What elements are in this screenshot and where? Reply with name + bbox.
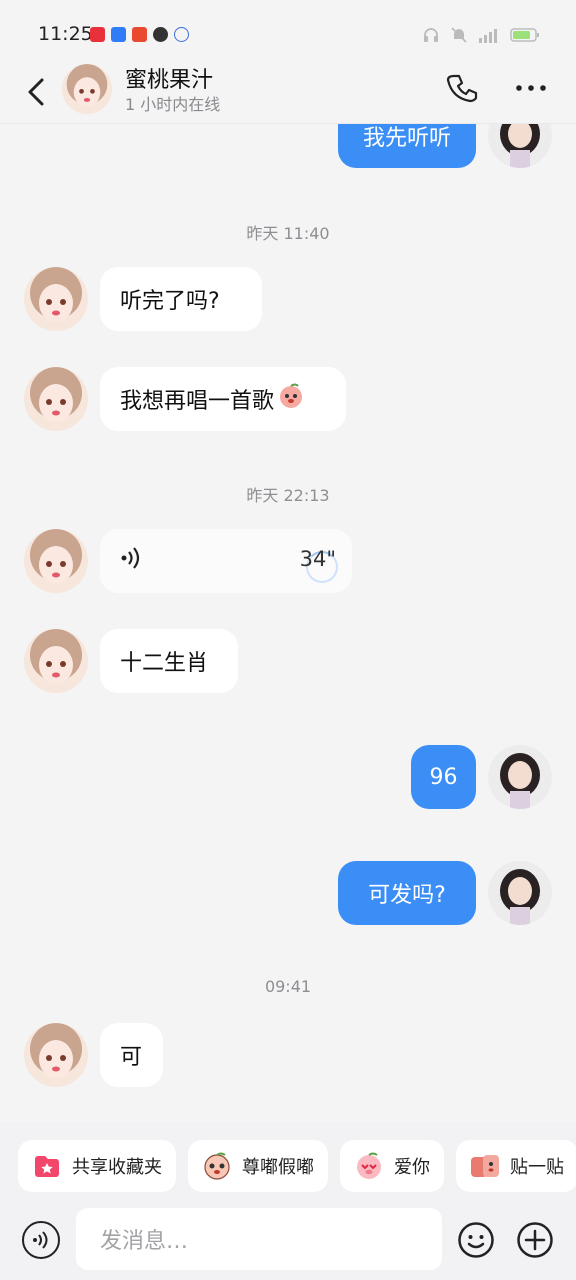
- bottom-panel: 共享收藏夹 尊嘟假嘟 爱你 贴一贴 发消息…: [0, 1122, 576, 1280]
- contact-avatar[interactable]: [24, 1023, 88, 1087]
- message-text: 可: [120, 1045, 143, 1070]
- message-bubble-outgoing[interactable]: 96: [411, 745, 476, 809]
- status-bar: 11:25: [0, 0, 576, 60]
- quick-action-bar: 共享收藏夹 尊嘟假嘟 爱你 贴一贴: [18, 1140, 576, 1192]
- battery-icon: [510, 27, 540, 43]
- message-text: 听完了吗?: [120, 289, 220, 314]
- app-notification-icon: [90, 27, 105, 42]
- chip-label: 尊嘟假嘟: [242, 1157, 314, 1178]
- message-input[interactable]: 发消息…: [76, 1208, 442, 1270]
- signal-icon: [478, 27, 500, 43]
- chat-area[interactable]: 我先听听 昨天 11:40 听完了吗? 我想再唱一首歌 昨天 22:13 34"…: [0, 0, 576, 1120]
- contact-avatar[interactable]: [24, 367, 88, 431]
- peach-face-icon: [202, 1151, 232, 1181]
- message-bubble-outgoing[interactable]: 可发吗?: [338, 861, 476, 925]
- contact-name[interactable]: 蜜桃果汁: [125, 62, 213, 94]
- status-system-icons: [422, 26, 540, 44]
- message-bubble-incoming[interactable]: 我想再唱一首歌: [100, 367, 346, 431]
- timestamp: 09:41: [264, 977, 312, 996]
- voice-wave-icon: [120, 545, 142, 577]
- plus-icon: [517, 1222, 553, 1258]
- voice-input-icon: [33, 1231, 48, 1249]
- more-icon: [516, 85, 546, 91]
- input-bar: 发消息…: [0, 1208, 576, 1270]
- timestamp: 昨天 22:13: [246, 486, 330, 505]
- kiss-sticker-icon: [470, 1151, 500, 1181]
- app-notification-icon: [111, 27, 126, 42]
- message-text: 可发吗?: [368, 883, 446, 908]
- shared-favorites-chip[interactable]: 共享收藏夹: [18, 1140, 176, 1192]
- message-text: 十二生肖: [120, 651, 209, 676]
- app-notification-icon: [174, 27, 189, 42]
- status-notification-icons: [90, 27, 189, 42]
- contact-avatar[interactable]: [24, 629, 88, 693]
- sticker-chip[interactable]: 贴一贴: [456, 1140, 576, 1192]
- app-notification-icon: [132, 27, 147, 42]
- emoji-icon: [458, 1222, 494, 1258]
- folder-star-icon: [32, 1151, 62, 1181]
- message-text: 我先听听: [362, 126, 451, 151]
- chat-header: 蜜桃果汁 1 小时内在线: [0, 60, 576, 124]
- emoji-button[interactable]: [457, 1221, 495, 1259]
- call-button[interactable]: [446, 72, 480, 106]
- more-button[interactable]: [514, 78, 548, 98]
- chat-notification-icon: [153, 27, 168, 42]
- peach-emoji-icon: [278, 383, 304, 415]
- voice-message-bubble[interactable]: 34": [100, 529, 352, 593]
- message-bubble-incoming[interactable]: 十二生肖: [100, 629, 238, 693]
- voice-input-button[interactable]: [22, 1221, 60, 1259]
- message-text: 96: [429, 764, 458, 790]
- back-icon: [28, 78, 44, 106]
- my-avatar[interactable]: [488, 861, 552, 925]
- chip-label: 爱你: [394, 1157, 430, 1178]
- contact-avatar[interactable]: [24, 529, 88, 593]
- voice-duration: 34": [299, 547, 336, 571]
- back-button[interactable]: [22, 72, 52, 112]
- pig-heart-icon: [354, 1151, 384, 1181]
- more-options-button[interactable]: [516, 1221, 554, 1259]
- headphones-icon: [422, 26, 440, 44]
- love-you-chip[interactable]: 爱你: [340, 1140, 444, 1192]
- status-time: 11:25: [38, 23, 93, 45]
- mute-bell-icon: [450, 26, 468, 44]
- header-avatar[interactable]: [62, 64, 112, 114]
- message-bubble-incoming[interactable]: 可: [100, 1023, 163, 1087]
- message-text: 我想再唱一首歌: [120, 389, 275, 414]
- my-avatar[interactable]: [488, 745, 552, 809]
- timestamp: 昨天 11:40: [246, 224, 330, 243]
- message-bubble-incoming[interactable]: 听完了吗?: [100, 267, 262, 331]
- pout-sticker-chip[interactable]: 尊嘟假嘟: [188, 1140, 328, 1192]
- chip-label: 贴一贴: [510, 1157, 564, 1178]
- chip-label: 共享收藏夹: [72, 1157, 162, 1178]
- phone-icon: [446, 74, 478, 103]
- contact-avatar[interactable]: [24, 267, 88, 331]
- contact-online-status: 1 小时内在线: [125, 95, 221, 114]
